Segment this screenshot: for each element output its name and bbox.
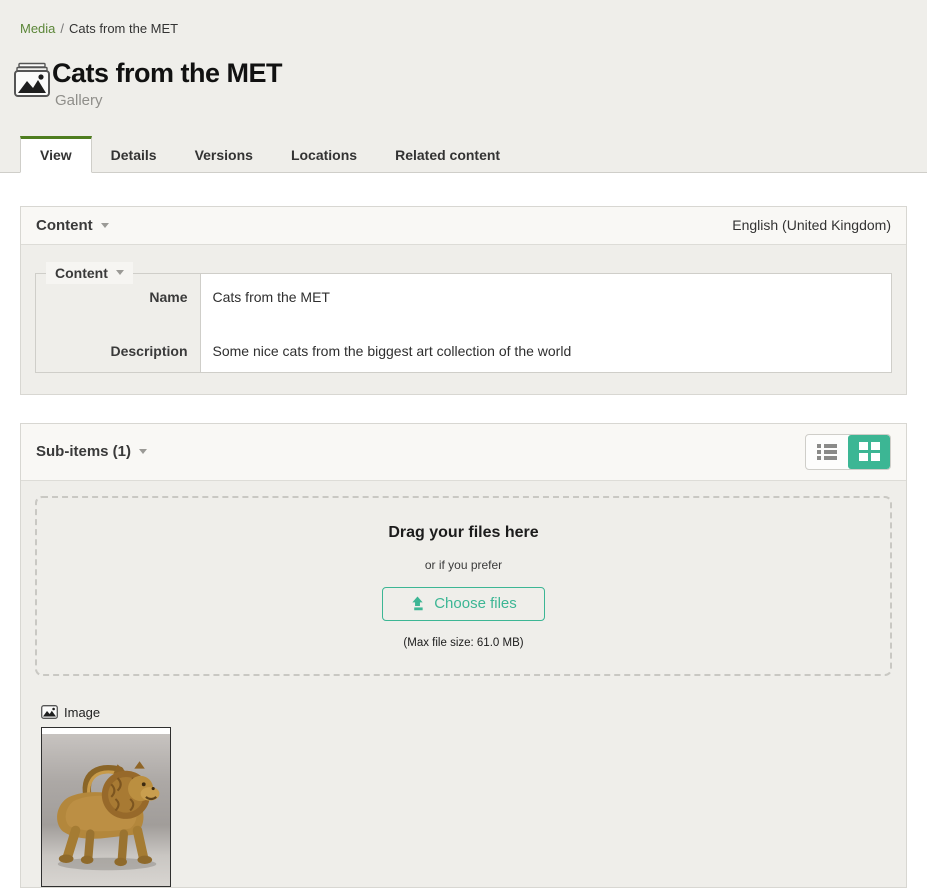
gallery-icon <box>12 62 52 103</box>
tab-versions[interactable]: Versions <box>176 136 272 172</box>
field-label-description: Description <box>36 334 200 372</box>
field-rows: Name Cats from the MET Description Some … <box>36 274 891 372</box>
choose-files-label: Choose files <box>434 595 517 612</box>
subitems-panel-body: Drag your files here or if you prefer Ch… <box>21 481 906 887</box>
content-panel-body: Content Name Cats from the MET Descripti… <box>21 245 906 394</box>
file-dropzone[interactable]: Drag your files here or if you prefer Ch… <box>35 496 892 676</box>
image-icon <box>41 705 58 719</box>
breadcrumb-separator: / <box>60 21 64 36</box>
tab-bar: View Details Versions Locations Related … <box>0 136 927 173</box>
subitem-type-label: Image <box>64 705 100 720</box>
subitem-thumbnail[interactable] <box>41 727 171 887</box>
breadcrumb: Media / Cats from the MET <box>0 0 927 36</box>
tab-details[interactable]: Details <box>92 136 176 172</box>
tab-view[interactable]: View <box>20 136 92 173</box>
content-type-label: Gallery <box>55 92 282 109</box>
subitems-panel-header: Sub-items (1) <box>21 424 906 481</box>
grid-view-button[interactable] <box>848 435 890 469</box>
field-value-name: Cats from the MET <box>200 274 891 334</box>
breadcrumb-link-media[interactable]: Media <box>20 21 55 36</box>
content-panel-header: Content English (United Kingdom) <box>21 207 906 245</box>
subitem-type-row: Image <box>41 705 892 720</box>
field-row-description: Description Some nice cats from the bigg… <box>36 334 891 372</box>
subitems-panel: Sub-items (1) <box>20 423 907 888</box>
subitems-panel-toggle[interactable]: Sub-items (1) <box>36 443 147 460</box>
content-panel-toggle[interactable]: Content <box>36 217 109 234</box>
content-panel-title: Content <box>36 217 93 234</box>
dropzone-subheading: or if you prefer <box>37 558 890 572</box>
dropzone-heading: Drag your files here <box>37 524 890 542</box>
caret-down-icon <box>116 270 124 275</box>
tab-related-content[interactable]: Related content <box>376 136 519 172</box>
view-mode-toggle <box>805 434 891 470</box>
max-file-size-note: (Max file size: 61.0 MB) <box>37 637 890 649</box>
title-text: Cats from the MET Gallery <box>52 59 282 109</box>
field-row-name: Name Cats from the MET <box>36 274 891 334</box>
breadcrumb-current: Cats from the MET <box>69 21 178 36</box>
subitems-panel-title: Sub-items (1) <box>36 443 131 460</box>
page-title: Cats from the MET <box>52 59 282 89</box>
fieldgroup-legend-label: Content <box>55 265 108 281</box>
field-value-description: Some nice cats from the biggest art coll… <box>200 334 891 372</box>
list-view-icon <box>817 443 837 461</box>
language-label: English (United Kingdom) <box>732 217 891 233</box>
grid-view-icon <box>859 442 880 461</box>
caret-down-icon <box>101 223 109 228</box>
list-view-button[interactable] <box>806 435 848 469</box>
tab-content-area: Content English (United Kingdom) Content… <box>0 173 927 888</box>
fieldgroup-legend-toggle[interactable]: Content <box>46 262 133 284</box>
content-fieldgroup: Content Name Cats from the MET Descripti… <box>35 273 892 373</box>
title-row: Cats from the MET Gallery <box>0 36 927 109</box>
tab-locations[interactable]: Locations <box>272 136 376 172</box>
upload-icon <box>410 596 425 611</box>
content-panel: Content English (United Kingdom) Content… <box>20 206 907 395</box>
choose-files-button[interactable]: Choose files <box>382 587 545 621</box>
caret-down-icon <box>139 449 147 454</box>
page-header-area: Media / Cats from the MET Cats from the ME… <box>0 0 927 173</box>
lion-sculpture-image <box>42 734 170 886</box>
